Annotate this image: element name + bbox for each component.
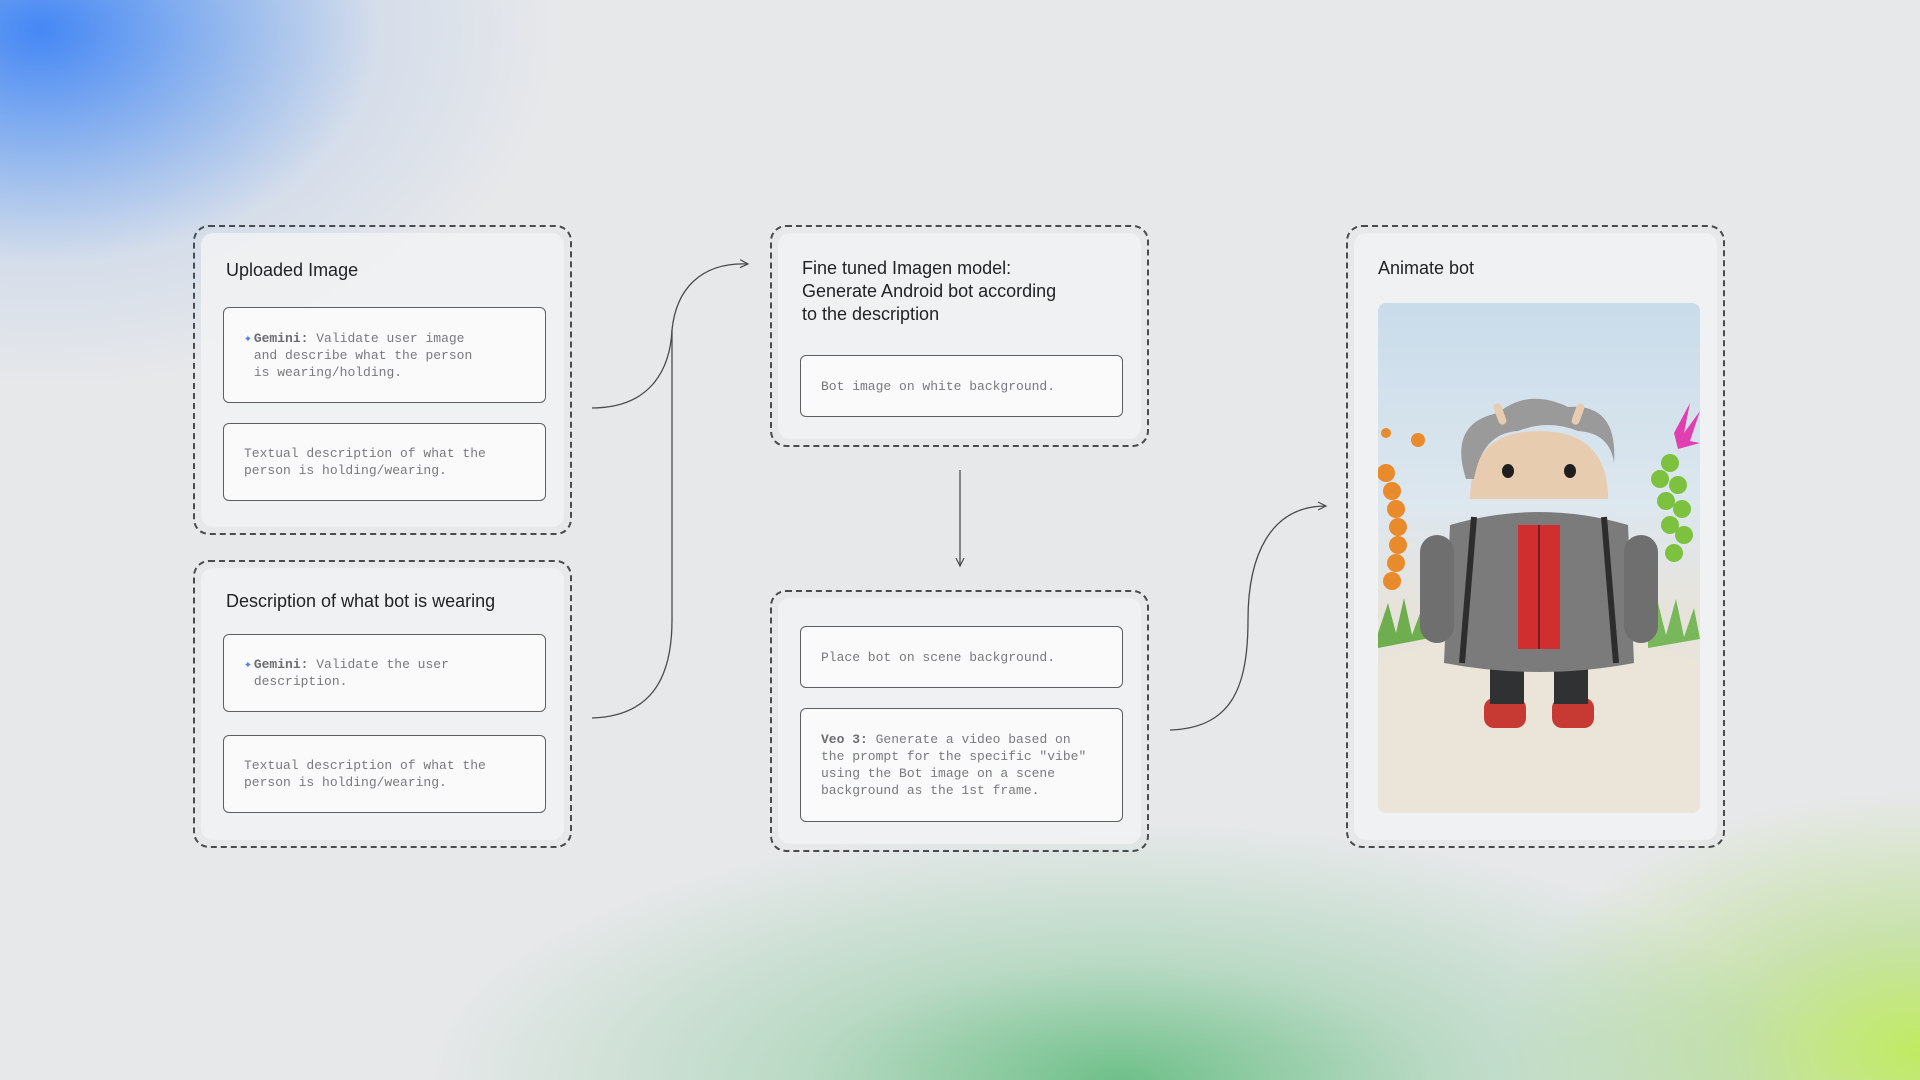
imagen-model-title: Fine tuned Imagen model: Generate Androi…: [802, 258, 1057, 324]
android-bot-illustration: [1378, 398, 1700, 813]
gemini-sparkle-icon: ✦: [244, 330, 252, 346]
connector-uploaded-to-imagen: [591, 264, 748, 409]
gemini-validate-description-box: ✦ Gemini: Validate the user description.: [223, 634, 546, 712]
uploaded-image-title: Uploaded Image: [226, 260, 359, 280]
veo-label: Veo 3:: [821, 732, 868, 747]
gemini-label: Gemini:: [253, 330, 309, 346]
place-bot-scene-text: Place bot on scene background.: [821, 649, 1056, 665]
scene-video-card: Place bot on scene background. Veo 3: Ge…: [770, 590, 1149, 852]
bot-description-card: Description of what bot is wearing ✦ Gem…: [193, 560, 572, 848]
scene-video-card-body: Place bot on scene background. Veo 3: Ge…: [778, 598, 1141, 844]
image-description-output-text: Textual description of what the person i…: [244, 446, 486, 478]
bot-description-card-body: Description of what bot is wearing ✦ Gem…: [201, 568, 564, 840]
animated-bot-image: [1378, 303, 1700, 813]
gemini-sparkle-icon: ✦: [244, 657, 252, 672]
gemini-label: Gemini:: [253, 657, 309, 672]
bot-image-output-text: Bot image on white background.: [821, 378, 1056, 394]
gemini-validate-image-box: ✦ Gemini: Validate user image and descri…: [223, 307, 546, 403]
description-output-text: Textual description of what the person i…: [244, 758, 486, 790]
description-output-box: Textual description of what the person i…: [223, 735, 546, 813]
uploaded-image-card-body: Uploaded Image ✦ Gemini: Validate user i…: [201, 233, 564, 527]
connector-description-to-imagen: [591, 330, 673, 719]
right-balloon-decoration: [1651, 403, 1700, 562]
veo-generate-video-box: Veo 3: Generate a video based on the pro…: [800, 708, 1123, 822]
animate-bot-card-body: Animate bot: [1354, 233, 1717, 840]
left-balloon-decoration: [1378, 428, 1425, 590]
imagen-model-card-body: Fine tuned Imagen model: Generate Androi…: [778, 233, 1141, 439]
animate-bot-card: Animate bot: [1346, 225, 1725, 848]
uploaded-image-card: Uploaded Image ✦ Gemini: Validate user i…: [193, 225, 572, 535]
image-description-output-box: Textual description of what the person i…: [223, 423, 546, 501]
connector-scene-to-animate: [1169, 506, 1326, 731]
animate-bot-title: Animate bot: [1378, 258, 1475, 278]
bot-description-title: Description of what bot is wearing: [226, 591, 496, 611]
bot-image-output-box: Bot image on white background.: [800, 355, 1123, 417]
place-bot-scene-box: Place bot on scene background.: [800, 626, 1123, 688]
imagen-model-card: Fine tuned Imagen model: Generate Androi…: [770, 225, 1149, 447]
